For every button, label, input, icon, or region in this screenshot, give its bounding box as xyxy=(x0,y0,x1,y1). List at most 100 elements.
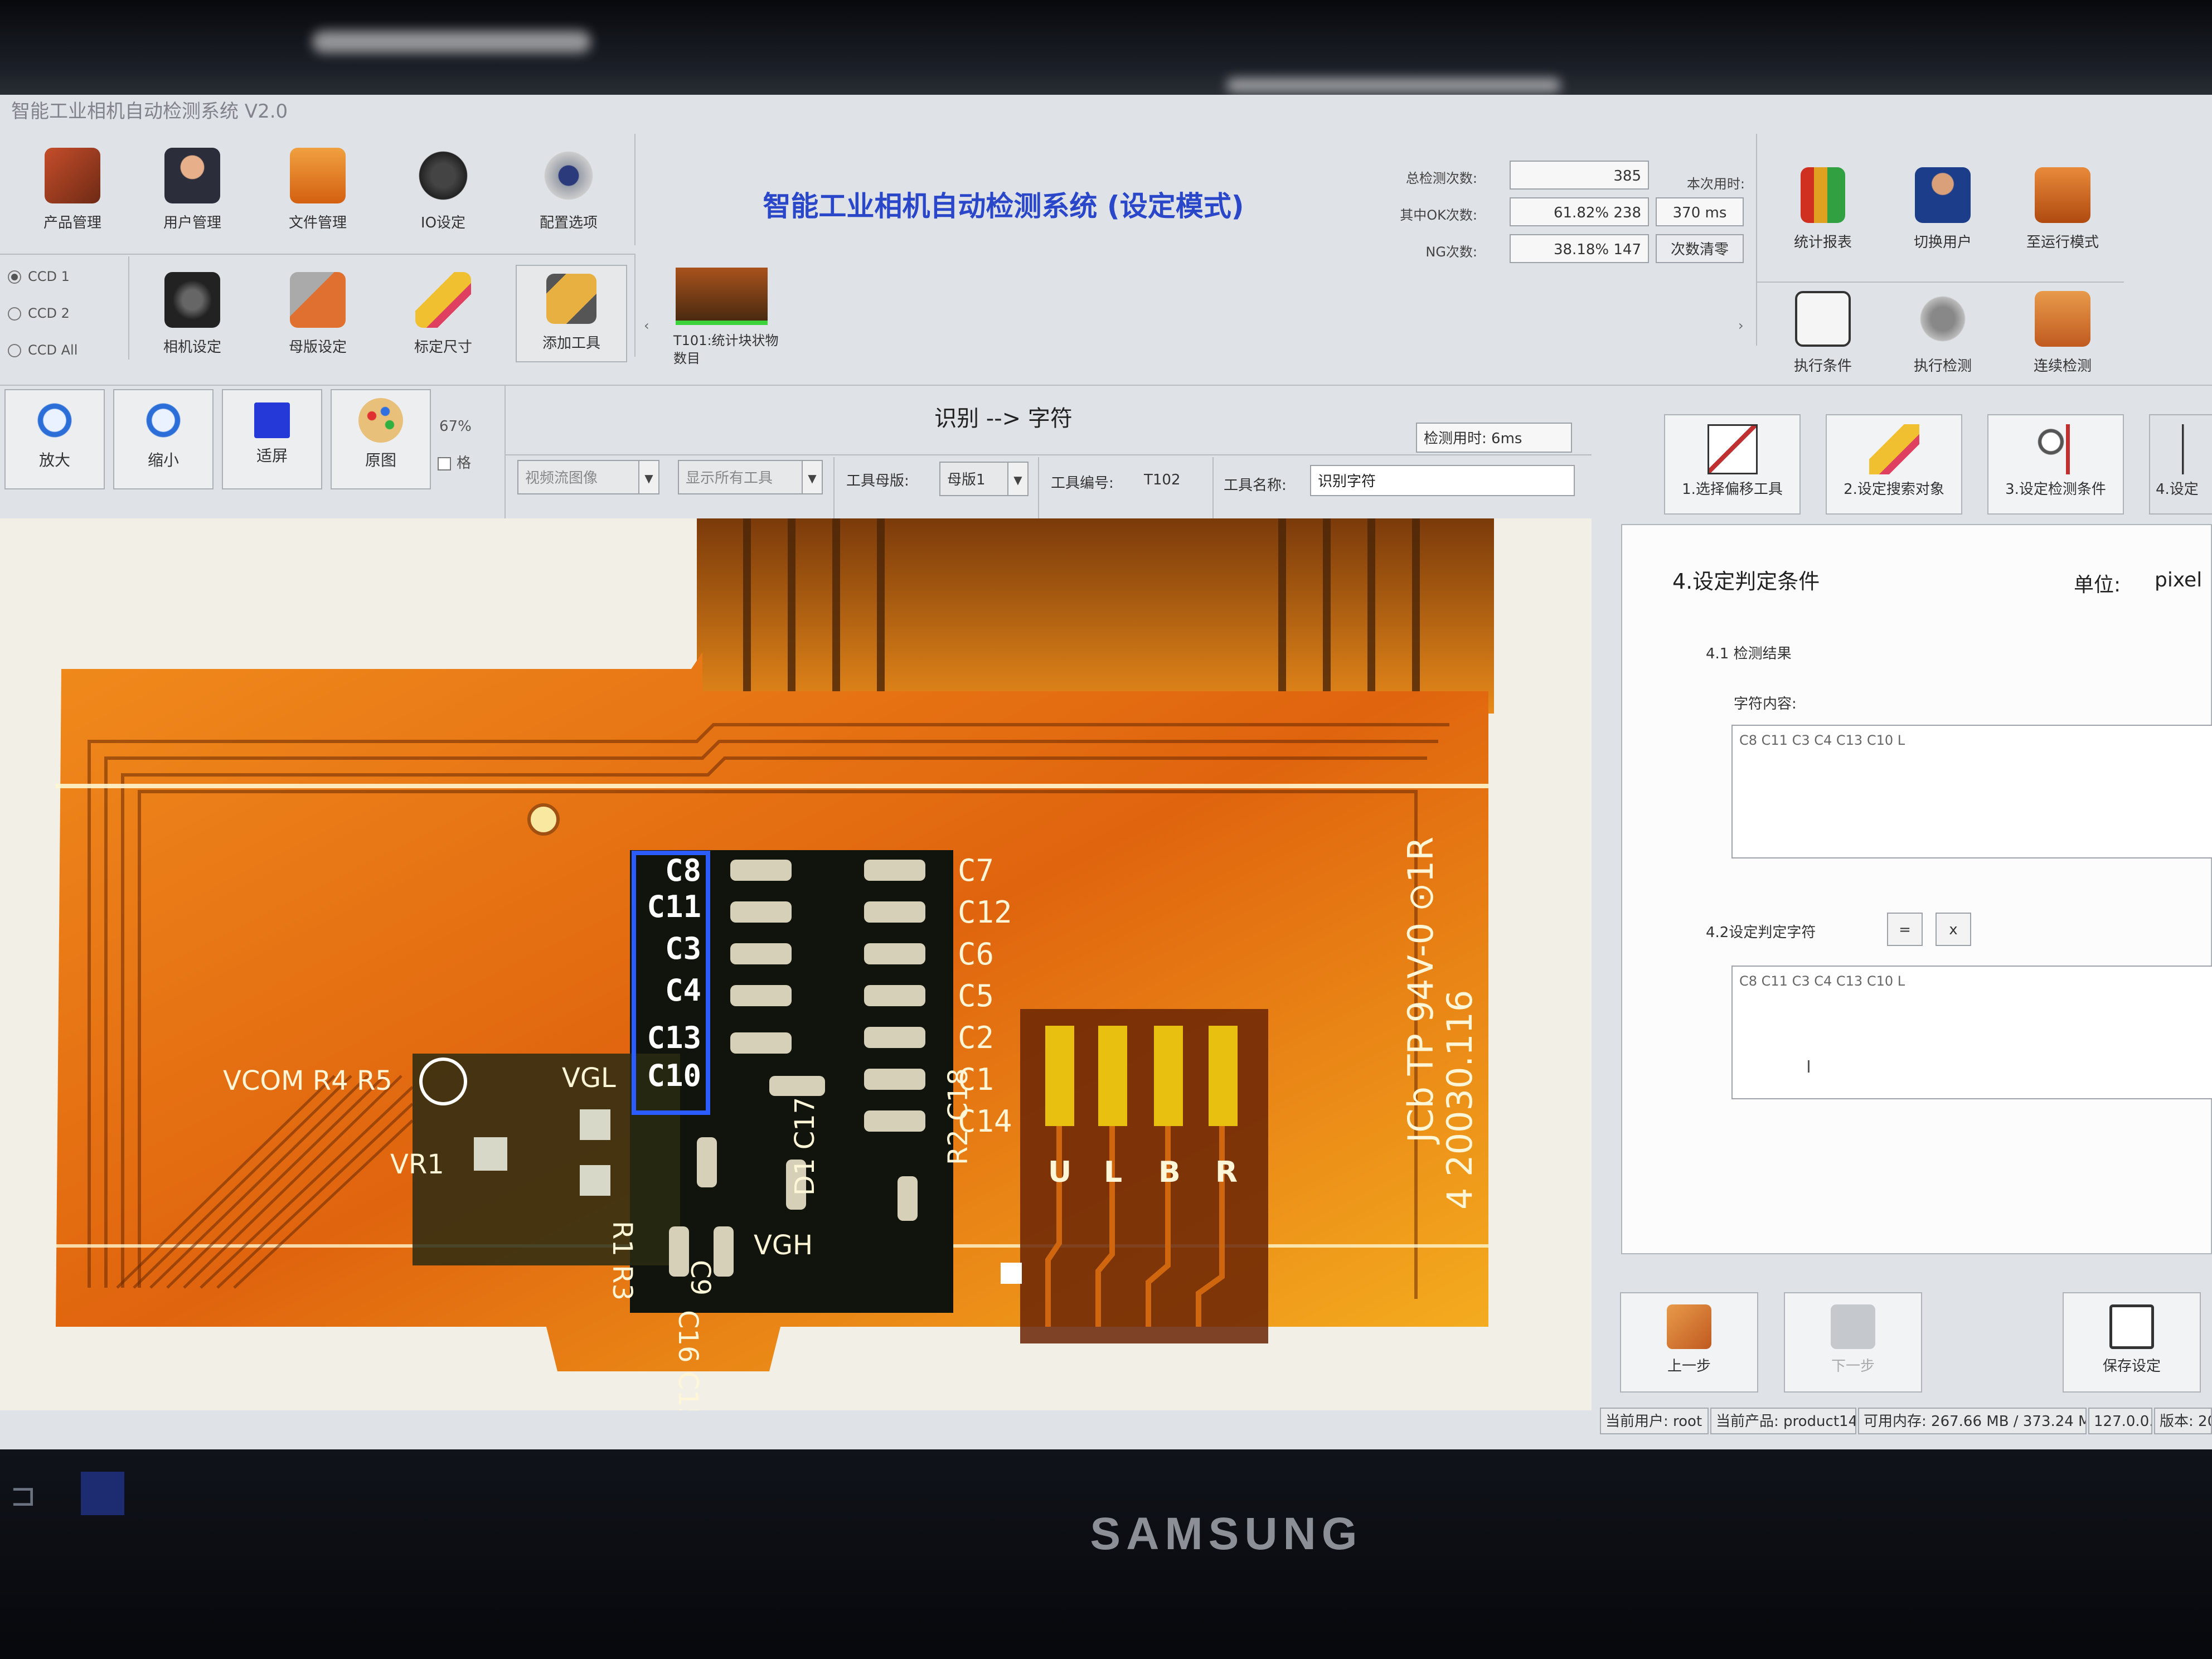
content-textarea[interactable]: C8 C11 C3 C4 C13 C10 L xyxy=(1731,725,2212,858)
toolbar-label: 执行条件 xyxy=(1793,358,1852,375)
toolbar-label: 配置选项 xyxy=(539,215,598,231)
next-step-button[interactable]: 下一步 xyxy=(1784,1292,1922,1393)
taskbar-app-icon[interactable] xyxy=(81,1472,124,1515)
stat-ng-label: NG次数: xyxy=(1425,244,1477,260)
silk-label: C5 xyxy=(958,978,994,1013)
stat-ok-value: 61.82% 238 xyxy=(1510,197,1649,226)
scroll-left-icon[interactable]: ‹ xyxy=(644,318,649,333)
toolbar-label: 执行检测 xyxy=(1913,358,1972,375)
silk-label: R1 R3 xyxy=(607,1221,638,1301)
zoom-out-icon xyxy=(141,398,186,443)
divider xyxy=(128,256,129,360)
step-label: 3.设定检测条件 xyxy=(2005,481,2106,498)
settings-title: 4.设定判定条件 xyxy=(1672,569,1820,594)
toolbar-label: 母版设定 xyxy=(288,339,347,356)
divider xyxy=(1038,457,1039,518)
view-label: 放大 xyxy=(38,451,70,469)
silk-label: C12 xyxy=(958,895,1012,930)
judge-textarea[interactable]: C8 C11 C3 C4 C13 C10 L xyxy=(1731,966,2212,1099)
offset-icon xyxy=(1707,424,1758,474)
view-label: 原图 xyxy=(365,451,396,469)
switch-user-button[interactable]: 切换用户 xyxy=(1893,167,1993,251)
scroll-right-icon[interactable]: › xyxy=(1738,318,1744,333)
camera-image-view[interactable]: C8 C11 C3 C4 C13 C10 C7 C12 C6 C5 C2 C1 … xyxy=(0,518,1592,1410)
toolbar-config-button[interactable]: 配置选项 xyxy=(518,148,619,232)
zoom-level: 67% xyxy=(439,418,472,435)
save-icon xyxy=(2109,1304,2154,1349)
grid-checkbox[interactable]: 格 xyxy=(438,452,471,472)
silk-label: JCb TP 94V-0 ⊙1R xyxy=(1400,837,1441,1145)
fit-screen-icon xyxy=(254,402,290,438)
tool-thumbnail[interactable] xyxy=(676,268,768,325)
pad-label: B xyxy=(1158,1156,1181,1189)
stat-ng-value: 38.18% 147 xyxy=(1510,234,1649,263)
add-tool-button[interactable]: 添加工具 xyxy=(516,265,627,362)
toolbar-label: 统计报表 xyxy=(1793,234,1852,251)
toolbar-product-button[interactable]: 产品管理 xyxy=(22,148,123,232)
run-mode-icon xyxy=(2035,167,2090,223)
status-ip: 127.0.0.1 xyxy=(2088,1408,2152,1434)
fit-screen-button[interactable]: 适屏 xyxy=(222,389,322,489)
prev-step-button[interactable]: 上一步 xyxy=(1620,1292,1758,1393)
stat-time-label: 本次用时: xyxy=(1686,176,1745,192)
ocr-char: C13 xyxy=(647,1020,701,1055)
clear-x-button[interactable]: x xyxy=(1936,913,1971,946)
ocr-char: C4 xyxy=(665,973,701,1008)
continuous-button[interactable]: 连续检测 xyxy=(2012,291,2113,375)
toolbar-label: 至运行模式 xyxy=(2026,234,2099,251)
run-mode-button[interactable]: 至运行模式 xyxy=(2012,167,2113,251)
original-image-button[interactable]: 原图 xyxy=(331,389,431,489)
settings-panel: 4.设定判定条件 单位: pixel 4.1 检测结果 字符内容: C8 C11… xyxy=(1621,524,2212,1254)
button-label: 上一步 xyxy=(1667,1358,1711,1375)
radio-dot-icon xyxy=(8,307,21,321)
condition-icon xyxy=(1795,291,1851,347)
select-value: 母版1 xyxy=(947,472,986,488)
toolbar-label: 连续检测 xyxy=(2033,358,2092,375)
clear-count-button[interactable]: 次数清零 xyxy=(1656,234,1744,263)
condition-button[interactable]: 执行条件 xyxy=(1773,291,1873,375)
taskbar-start-icon[interactable]: ⊐ xyxy=(10,1477,36,1514)
toolbar-io-button[interactable]: IO设定 xyxy=(393,148,493,232)
step1-button[interactable]: 1.选择偏移工具 xyxy=(1664,414,1801,515)
judge-section-label: 4.2设定判定字符 xyxy=(1706,924,1816,941)
zoom-in-button[interactable]: 放大 xyxy=(4,389,105,489)
toolbar-file-button[interactable]: 文件管理 xyxy=(268,148,368,232)
tool-filter-select[interactable]: 显示所有工具 ▼ xyxy=(678,460,823,494)
image-source-select[interactable]: 视频流图像 ▼ xyxy=(517,460,659,494)
step3-button[interactable]: 3.设定检测条件 xyxy=(1987,414,2124,515)
master-select[interactable]: 母版1 ▼ xyxy=(939,462,1029,496)
status-user: 当前用户: root xyxy=(1600,1408,1709,1434)
master-setting-button[interactable]: 母版设定 xyxy=(268,272,368,356)
save-settings-button[interactable]: 保存设定 xyxy=(2063,1292,2201,1393)
silk-label: C7 xyxy=(958,853,994,888)
result-section-label: 4.1 检测结果 xyxy=(1706,646,1792,662)
calibrate-button[interactable]: 标定尺寸 xyxy=(393,272,493,356)
monitor-brand-logo: SAMSUNG xyxy=(1090,1508,1363,1559)
silk-label: VGH xyxy=(754,1230,813,1261)
app-window: 智能工业相机自动检测系统 V2.0 产品管理 用户管理 文件管理 IO设定 配置… xyxy=(0,95,2212,1449)
divider xyxy=(1756,282,2124,283)
divider xyxy=(0,254,634,255)
toolbar-user-admin-button[interactable]: 用户管理 xyxy=(142,148,242,232)
set-icon xyxy=(2169,424,2202,474)
zoom-out-button[interactable]: 缩小 xyxy=(113,389,214,489)
chevron-down-icon: ▼ xyxy=(638,461,658,493)
equals-button[interactable]: = xyxy=(1887,913,1923,946)
camera-setting-button[interactable]: 相机设定 xyxy=(142,272,242,356)
master-label: 工具母版: xyxy=(846,473,909,489)
ccd-all-radio[interactable]: CCD All xyxy=(8,342,77,358)
status-bar: 当前用户: root 当前产品: product14 可用内存: 267.66 … xyxy=(1600,1408,2212,1435)
report-button[interactable]: 统计报表 xyxy=(1773,167,1873,251)
tool-name-input[interactable]: 识别字符 xyxy=(1310,465,1575,496)
step2-button[interactable]: 2.设定搜索对象 xyxy=(1826,414,1962,515)
panel-title: 识别 --> 字符 xyxy=(934,406,1073,431)
detect-button[interactable]: 执行检测 xyxy=(1893,291,1993,375)
view-label: 适屏 xyxy=(256,447,288,465)
divider xyxy=(634,134,636,245)
ocr-char: C10 xyxy=(647,1058,701,1093)
stat-total-label: 总检测次数: xyxy=(1405,171,1477,186)
ccd2-radio[interactable]: CCD 2 xyxy=(8,305,70,321)
step4-button[interactable]: 4.设定 xyxy=(2149,414,2212,515)
master-icon xyxy=(290,272,346,328)
ccd1-radio[interactable]: CCD 1 xyxy=(8,269,70,284)
